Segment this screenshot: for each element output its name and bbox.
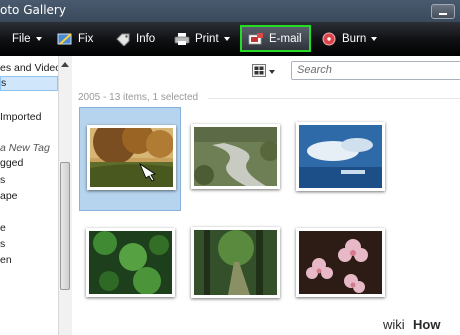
scrollbar-thumb[interactable] — [60, 162, 70, 290]
watermark-how: How — [413, 317, 441, 332]
wikihow-watermark: wiki How — [371, 315, 460, 335]
photo-thumbnail — [87, 125, 176, 190]
nav-item-create-new-tag[interactable]: a New Tag — [0, 142, 50, 154]
chevron-down-icon — [223, 37, 230, 41]
window-title: oto Gallery — [0, 3, 66, 17]
print-menu-button[interactable]: Print — [174, 28, 230, 50]
blue-sky-image — [299, 125, 382, 188]
photo-thumbnail — [191, 124, 280, 189]
photo-thumbnail — [191, 227, 280, 298]
photo-tile[interactable] — [289, 107, 391, 211]
watermark-wiki: wiki — [383, 317, 405, 332]
forest-path-image — [194, 230, 277, 295]
nav-item-tag[interactable]: e — [0, 222, 6, 234]
tag-icon — [116, 33, 130, 46]
ferns-image — [89, 231, 172, 294]
nav-item-tag[interactable]: s — [0, 174, 5, 186]
photo-thumbnail — [86, 228, 175, 297]
group-divider — [208, 98, 460, 99]
minimize-icon — [439, 13, 447, 15]
file-menu-label: File — [12, 33, 31, 45]
chevron-down-icon — [35, 37, 42, 41]
command-toolbar: File Fix Info Print E-mail Burn — [0, 22, 460, 56]
email-label: E-mail — [269, 32, 302, 45]
photo-tile[interactable] — [184, 107, 286, 211]
search-input[interactable]: Search — [291, 61, 460, 80]
info-label: Info — [136, 33, 156, 45]
print-label: Print — [195, 33, 219, 45]
view-grid-icon[interactable] — [252, 64, 266, 77]
nav-item-pictures-and-videos[interactable]: es and Video — [0, 62, 61, 74]
burn-label: Burn — [342, 33, 367, 45]
autumn-landscape-image — [90, 128, 173, 187]
nav-item-tag[interactable]: s — [0, 238, 5, 250]
photo-thumbnail — [296, 122, 385, 191]
gallery-content: Search 2005 - 13 items, 1 selected — [72, 56, 460, 335]
nav-item-selected[interactable]: s — [0, 76, 58, 91]
photo-tile[interactable] — [289, 214, 391, 318]
nav-item-landscape[interactable]: ape — [0, 190, 18, 202]
nav-item-not-tagged[interactable]: gged — [0, 157, 23, 169]
printer-icon — [174, 33, 190, 45]
scroll-up-icon[interactable] — [61, 62, 69, 67]
pink-flowers-image — [299, 231, 382, 294]
navigation-pane: es and Video s Imported a New Tag gged s… — [0, 56, 61, 335]
sidebar-scrollbar[interactable] — [58, 56, 72, 335]
photo-thumbnail — [296, 228, 385, 297]
fix-icon — [57, 33, 72, 45]
fix-label: Fix — [78, 33, 94, 45]
minimize-button[interactable] — [431, 4, 455, 19]
photo-tile-selected[interactable] — [79, 107, 181, 211]
chevron-down-icon[interactable] — [269, 70, 275, 74]
disc-burn-icon — [322, 32, 336, 46]
river-stream-image — [194, 127, 277, 186]
group-header: 2005 - 13 items, 1 selected — [78, 92, 199, 103]
email-icon — [248, 32, 263, 44]
burn-menu-button[interactable]: Burn — [321, 28, 378, 50]
fix-button[interactable]: Fix — [57, 28, 93, 50]
photo-tile[interactable] — [79, 214, 181, 318]
title-bar: oto Gallery — [0, 0, 460, 22]
photo-tile[interactable] — [184, 214, 286, 318]
email-button[interactable]: E-mail — [240, 25, 311, 52]
nav-item-tag[interactable]: en — [0, 254, 12, 266]
info-button[interactable]: Info — [115, 28, 155, 50]
nav-item-recently-imported[interactable]: Imported — [0, 111, 41, 123]
file-menu-button[interactable]: File — [0, 28, 42, 50]
chevron-down-icon — [371, 37, 378, 41]
